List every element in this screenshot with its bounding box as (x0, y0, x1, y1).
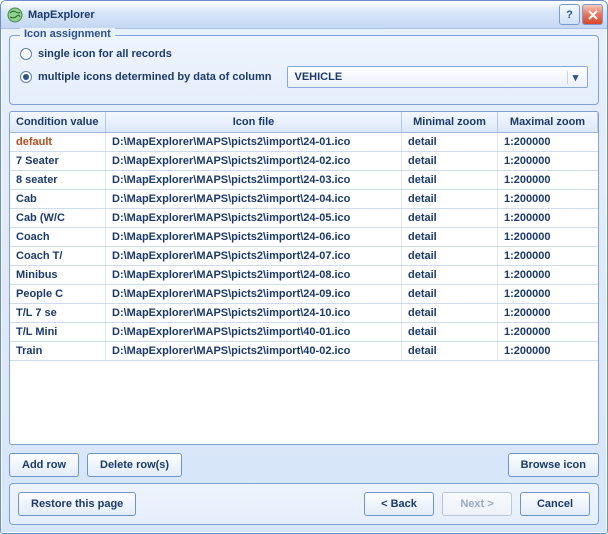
table-row[interactable]: T/L 7 seD:\MapExplorer\MAPS\picts2\impor… (10, 304, 598, 323)
cell-condition[interactable]: Cab (W/C (10, 209, 106, 227)
cell-maxzoom[interactable]: 1:200000 (498, 342, 598, 360)
cell-iconfile[interactable]: D:\MapExplorer\MAPS\picts2\import\24-08.… (106, 266, 402, 284)
radio-single-label: single icon for all records (38, 48, 172, 60)
cell-iconfile[interactable]: D:\MapExplorer\MAPS\picts2\import\40-01.… (106, 323, 402, 341)
cell-condition[interactable]: 8 seater (10, 171, 106, 189)
cell-maxzoom[interactable]: 1:200000 (498, 209, 598, 227)
radio-single-icon[interactable]: single icon for all records (20, 48, 588, 60)
cell-minzoom[interactable]: detail (402, 266, 498, 284)
table-body: defaultD:\MapExplorer\MAPS\picts2\import… (10, 133, 598, 444)
chevron-down-icon: ▾ (567, 71, 583, 84)
cell-iconfile[interactable]: D:\MapExplorer\MAPS\picts2\import\24-02.… (106, 152, 402, 170)
cell-condition[interactable]: People C (10, 285, 106, 303)
cell-maxzoom[interactable]: 1:200000 (498, 247, 598, 265)
cell-condition[interactable]: Train (10, 342, 106, 360)
cell-minzoom[interactable]: detail (402, 247, 498, 265)
window-title: MapExplorer (28, 9, 557, 21)
titlebar: MapExplorer ? (1, 1, 607, 29)
cell-condition[interactable]: T/L 7 se (10, 304, 106, 322)
cell-maxzoom[interactable]: 1:200000 (498, 285, 598, 303)
cell-condition[interactable]: Cab (10, 190, 106, 208)
close-button[interactable] (582, 4, 603, 25)
table-row[interactable]: TrainD:\MapExplorer\MAPS\picts2\import\4… (10, 342, 598, 361)
table-row[interactable]: defaultD:\MapExplorer\MAPS\picts2\import… (10, 133, 598, 152)
dialog-body: Icon assignment single icon for all reco… (1, 29, 607, 533)
back-button[interactable]: < Back (364, 492, 434, 516)
cell-iconfile[interactable]: D:\MapExplorer\MAPS\picts2\import\24-09.… (106, 285, 402, 303)
cell-maxzoom[interactable]: 1:200000 (498, 304, 598, 322)
table-row[interactable]: CoachD:\MapExplorer\MAPS\picts2\import\2… (10, 228, 598, 247)
cell-iconfile[interactable]: D:\MapExplorer\MAPS\picts2\import\24-03.… (106, 171, 402, 189)
cell-maxzoom[interactable]: 1:200000 (498, 323, 598, 341)
delete-rows-button[interactable]: Delete row(s) (87, 453, 182, 477)
next-button: Next > (442, 492, 512, 516)
cell-maxzoom[interactable]: 1:200000 (498, 171, 598, 189)
table-row[interactable]: 8 seaterD:\MapExplorer\MAPS\picts2\impor… (10, 171, 598, 190)
col-minzoom[interactable]: Minimal zoom (402, 112, 498, 132)
restore-page-button[interactable]: Restore this page (18, 492, 136, 516)
cell-minzoom[interactable]: detail (402, 152, 498, 170)
cell-iconfile[interactable]: D:\MapExplorer\MAPS\picts2\import\24-06.… (106, 228, 402, 246)
column-combobox-value: VEHICLE (294, 71, 342, 83)
col-maxzoom[interactable]: Maximal zoom (498, 112, 598, 132)
cell-condition[interactable]: Coach (10, 228, 106, 246)
cell-maxzoom[interactable]: 1:200000 (498, 152, 598, 170)
cell-condition[interactable]: Minibus (10, 266, 106, 284)
radio-multiple-icons[interactable]: multiple icons determined by data of col… (20, 66, 588, 88)
wizard-button-row: Restore this page < Back Next > Cancel (9, 483, 599, 525)
icon-assignment-group: Icon assignment single icon for all reco… (9, 35, 599, 105)
cell-minzoom[interactable]: detail (402, 323, 498, 341)
table-row[interactable]: 7 SeaterD:\MapExplorer\MAPS\picts2\impor… (10, 152, 598, 171)
cell-condition[interactable]: T/L Mini (10, 323, 106, 341)
cell-minzoom[interactable]: detail (402, 285, 498, 303)
table-button-row: Add row Delete row(s) Browse icon (9, 453, 599, 477)
radio-icon (20, 48, 32, 60)
add-row-button[interactable]: Add row (9, 453, 79, 477)
help-button[interactable]: ? (559, 4, 580, 25)
cell-iconfile[interactable]: D:\MapExplorer\MAPS\picts2\import\24-07.… (106, 247, 402, 265)
col-iconfile[interactable]: Icon file (106, 112, 402, 132)
group-legend: Icon assignment (20, 28, 115, 40)
cell-iconfile[interactable]: D:\MapExplorer\MAPS\picts2\import\24-10.… (106, 304, 402, 322)
browse-icon-button[interactable]: Browse icon (508, 453, 599, 477)
cell-minzoom[interactable]: detail (402, 209, 498, 227)
cancel-button[interactable]: Cancel (520, 492, 590, 516)
cell-minzoom[interactable]: detail (402, 190, 498, 208)
radio-multiple-label: multiple icons determined by data of col… (38, 71, 271, 83)
app-icon (7, 7, 23, 23)
cell-iconfile[interactable]: D:\MapExplorer\MAPS\picts2\import\24-05.… (106, 209, 402, 227)
cell-condition[interactable]: Coach T/ (10, 247, 106, 265)
cell-condition[interactable]: default (10, 133, 106, 151)
column-combobox[interactable]: VEHICLE ▾ (287, 66, 588, 88)
cell-condition[interactable]: 7 Seater (10, 152, 106, 170)
cell-maxzoom[interactable]: 1:200000 (498, 190, 598, 208)
table-header: Condition value Icon file Minimal zoom M… (10, 112, 598, 133)
cell-minzoom[interactable]: detail (402, 133, 498, 151)
table-row[interactable]: People CD:\MapExplorer\MAPS\picts2\impor… (10, 285, 598, 304)
table-row[interactable]: Coach T/D:\MapExplorer\MAPS\picts2\impor… (10, 247, 598, 266)
cell-minzoom[interactable]: detail (402, 304, 498, 322)
cell-minzoom[interactable]: detail (402, 228, 498, 246)
cell-iconfile[interactable]: D:\MapExplorer\MAPS\picts2\import\24-01.… (106, 133, 402, 151)
cell-maxzoom[interactable]: 1:200000 (498, 228, 598, 246)
cell-maxzoom[interactable]: 1:200000 (498, 133, 598, 151)
cell-iconfile[interactable]: D:\MapExplorer\MAPS\picts2\import\40-02.… (106, 342, 402, 360)
close-icon (588, 10, 598, 20)
cell-iconfile[interactable]: D:\MapExplorer\MAPS\picts2\import\24-04.… (106, 190, 402, 208)
table-row[interactable]: T/L MiniD:\MapExplorer\MAPS\picts2\impor… (10, 323, 598, 342)
table-row[interactable]: CabD:\MapExplorer\MAPS\picts2\import\24-… (10, 190, 598, 209)
col-condition[interactable]: Condition value (10, 112, 106, 132)
cell-maxzoom[interactable]: 1:200000 (498, 266, 598, 284)
radio-icon (20, 71, 32, 83)
table-row[interactable]: MinibusD:\MapExplorer\MAPS\picts2\import… (10, 266, 598, 285)
icon-table: Condition value Icon file Minimal zoom M… (9, 111, 599, 445)
dialog-window: MapExplorer ? Icon assignment single ico… (0, 0, 608, 534)
cell-minzoom[interactable]: detail (402, 342, 498, 360)
table-row[interactable]: Cab (W/CD:\MapExplorer\MAPS\picts2\impor… (10, 209, 598, 228)
cell-minzoom[interactable]: detail (402, 171, 498, 189)
